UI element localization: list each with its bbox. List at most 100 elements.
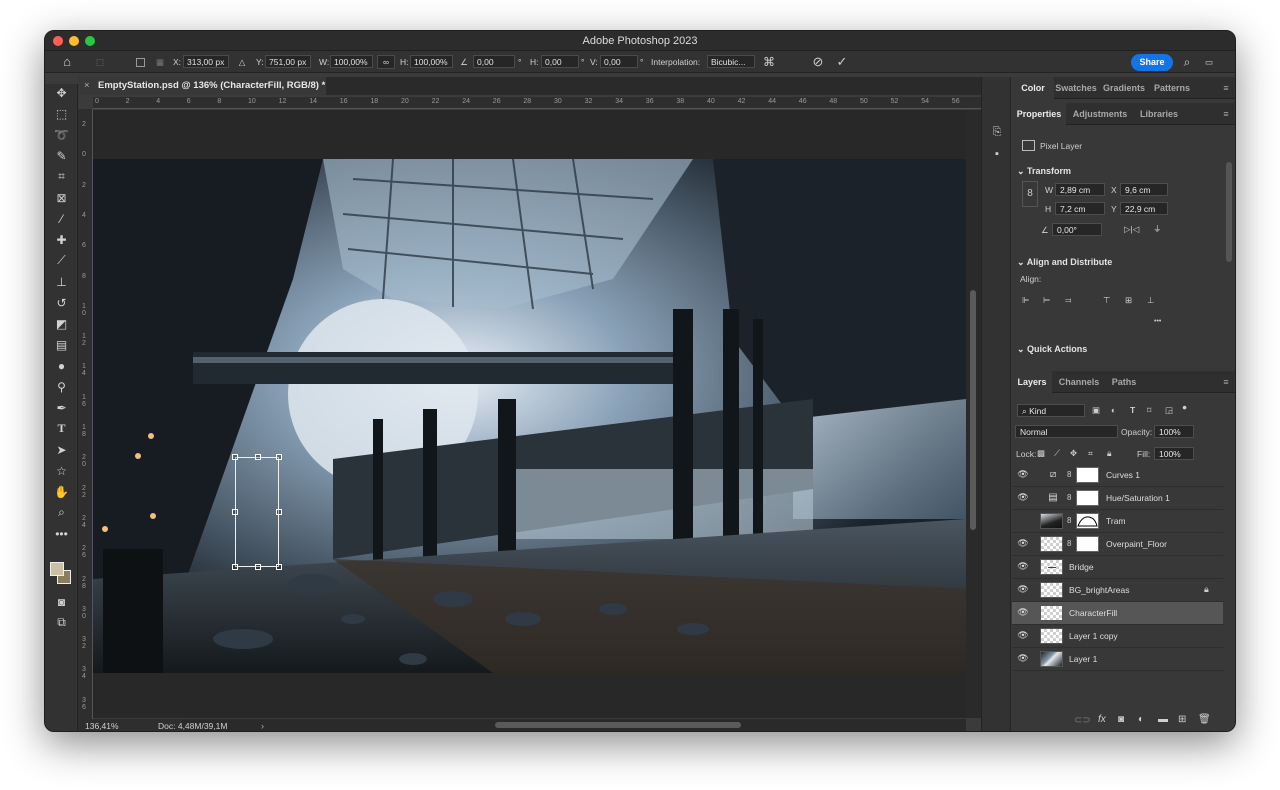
path-selection-tool-icon[interactable]: ➤	[51, 441, 72, 458]
transform-handle-w[interactable]	[232, 509, 238, 515]
opacity-field[interactable]: 100%	[1154, 425, 1194, 438]
layer-thumbnail[interactable]	[1040, 559, 1063, 575]
clone-stamp-tool-icon[interactable]: ⊥	[51, 273, 72, 290]
layer-thumbnail[interactable]	[1040, 536, 1063, 552]
blend-mode-select[interactable]: Normal	[1015, 425, 1118, 438]
reference-point-grid-icon[interactable]: ▦	[153, 54, 167, 70]
share-button[interactable]: Share	[1131, 54, 1173, 71]
tab-libraries[interactable]: Libraries	[1134, 103, 1184, 125]
transform-handle-n[interactable]	[255, 454, 261, 460]
mask-link-icon[interactable]: 8	[1067, 539, 1071, 548]
transform-handle-sw[interactable]	[232, 564, 238, 570]
pen-tool-icon[interactable]: ✒	[51, 399, 72, 416]
lock-position-icon[interactable]: ✥	[1070, 448, 1077, 459]
tab-properties[interactable]: Properties	[1012, 103, 1066, 125]
frame-tool-icon[interactable]: ⊠	[51, 189, 72, 206]
layer-row[interactable]: 👁︎ Layer 1 copy	[1012, 625, 1223, 648]
layer-visibility-eye-icon[interactable]: 👁︎	[1017, 607, 1029, 619]
filter-toggle-icon[interactable]: ●	[1182, 402, 1187, 412]
move-tool-icon[interactable]: ✥	[51, 84, 72, 101]
lock-image-icon[interactable]: ⟋	[1054, 448, 1060, 459]
transform-section-header[interactable]: ⌄ Transform	[1017, 166, 1071, 177]
transform-handle-s[interactable]	[255, 564, 261, 570]
y-field[interactable]: 751,00 px	[265, 55, 311, 68]
align-bottom-icon[interactable]: ⊥	[1147, 295, 1154, 306]
fill-field[interactable]: 100%	[1154, 447, 1194, 460]
vertical-skew-field[interactable]: 0,00	[600, 55, 638, 68]
layer-thumbnail[interactable]	[1040, 605, 1063, 621]
layer-row[interactable]: 👁︎ Layer 1	[1012, 648, 1223, 671]
layer-visibility-eye-icon[interactable]: 👁︎	[1017, 538, 1029, 550]
align-vertical-center-icon[interactable]: ⊞	[1125, 295, 1132, 306]
hand-tool-icon[interactable]: ✋	[51, 483, 72, 500]
panel-menu-icon[interactable]: ≡	[1218, 103, 1234, 125]
flip-horizontal-icon[interactable]: ▷|◁	[1124, 224, 1139, 235]
layer-row[interactable]: 👁︎ ⧄ 8 Curves 1	[1012, 464, 1223, 487]
home-icon[interactable]: ⌂	[59, 54, 75, 70]
lasso-tool-icon[interactable]: ➰	[51, 126, 72, 143]
layer-name[interactable]: Overpaint_Floor	[1106, 533, 1167, 556]
align-top-icon[interactable]: ⊤	[1103, 295, 1110, 306]
horizontal-scrollbar[interactable]	[181, 719, 966, 731]
quick-selection-tool-icon[interactable]: ✎	[51, 147, 72, 164]
transform-handle-se[interactable]	[276, 564, 282, 570]
canvas-area[interactable]	[93, 110, 966, 718]
comments-panel-icon[interactable]: ▪	[989, 146, 1005, 162]
filter-pixel-icon[interactable]: ▣	[1092, 405, 1100, 416]
warp-mode-icon[interactable]: ⌘	[761, 54, 777, 70]
transform-handle-e[interactable]	[276, 509, 282, 515]
new-adjustment-layer-icon[interactable]: ◐	[1138, 714, 1144, 725]
transform-height-field[interactable]: 7,2 cm	[1055, 202, 1105, 215]
quick-actions-section-header[interactable]: ⌄ Quick Actions	[1017, 344, 1087, 355]
layer-thumbnail[interactable]	[1040, 513, 1063, 529]
new-group-icon[interactable]: ▬	[1158, 714, 1168, 725]
filter-type-icon[interactable]: T	[1130, 405, 1135, 415]
layer-visibility-eye-icon[interactable]: 👁︎	[1017, 492, 1029, 504]
blur-tool-icon[interactable]: ●	[51, 357, 72, 374]
tab-color[interactable]: Color	[1012, 77, 1054, 99]
layer-filter-kind-select[interactable]: ⌕ Kind	[1017, 404, 1085, 417]
filter-smart-object-icon[interactable]: ◲	[1165, 405, 1173, 416]
close-tab-icon[interactable]: ×	[84, 77, 90, 95]
type-tool-icon[interactable]: T	[51, 420, 72, 437]
link-layers-icon[interactable]: ⊂⊃	[1074, 715, 1091, 726]
layer-row[interactable]: 8 Tram	[1012, 510, 1223, 533]
document-image[interactable]	[93, 159, 966, 673]
vertical-scrollbar[interactable]	[966, 110, 981, 718]
link-dimensions-icon[interactable]: 8	[1022, 181, 1038, 207]
layer-name[interactable]: Hue/Saturation 1	[1106, 487, 1170, 510]
height-percent-field[interactable]: 100,00%	[410, 55, 453, 68]
eyedropper-tool-icon[interactable]: ⁄	[51, 210, 72, 227]
align-section-header[interactable]: ⌄ Align and Distribute	[1017, 257, 1112, 268]
layer-thumbnail[interactable]	[1040, 651, 1063, 667]
eraser-tool-icon[interactable]: ◩	[51, 315, 72, 332]
tab-patterns[interactable]: Patterns	[1150, 77, 1194, 99]
layer-name[interactable]: Curves 1	[1106, 464, 1140, 487]
layer-row[interactable]: 👁︎ Bridge	[1012, 556, 1223, 579]
transform-bounding-box[interactable]	[232, 454, 282, 570]
flip-vertical-icon[interactable]: ⏚	[1153, 223, 1162, 235]
transform-tool-preset-icon[interactable]: ⬚	[93, 54, 107, 70]
layer-visibility-eye-icon[interactable]: 👁︎	[1017, 584, 1029, 596]
history-panel-icon[interactable]: ⎘	[989, 124, 1005, 140]
delete-layer-icon[interactable]: 🗑︎	[1198, 714, 1211, 725]
layer-name[interactable]: Layer 1 copy	[1069, 625, 1118, 648]
layer-visibility-eye-icon[interactable]: 👁︎	[1017, 653, 1029, 665]
panel-menu-icon[interactable]: ≡	[1218, 77, 1234, 99]
commit-transform-icon[interactable]: ✓	[835, 54, 849, 70]
search-icon[interactable]: ⌕	[1180, 54, 1194, 70]
width-percent-field[interactable]: 100,00%	[330, 55, 373, 68]
layer-thumbnail[interactable]	[1040, 582, 1063, 598]
healing-brush-tool-icon[interactable]: ✚	[51, 231, 72, 248]
layer-name[interactable]: Bridge	[1069, 556, 1094, 579]
horizontal-skew-field[interactable]: 0,00	[541, 55, 579, 68]
align-left-icon[interactable]: ⊫	[1022, 295, 1029, 306]
cancel-transform-icon[interactable]: ⊘	[811, 54, 825, 70]
layer-name[interactable]: Layer 1	[1069, 648, 1097, 671]
vertical-scroll-thumb[interactable]	[970, 290, 976, 530]
foreground-color-swatch[interactable]	[50, 562, 64, 576]
tab-layers[interactable]: Layers	[1012, 371, 1052, 393]
relative-position-icon[interactable]: △	[236, 54, 248, 70]
dodge-tool-icon[interactable]: ⚲	[51, 378, 72, 395]
lock-artboard-icon[interactable]: ⌗	[1088, 448, 1093, 459]
